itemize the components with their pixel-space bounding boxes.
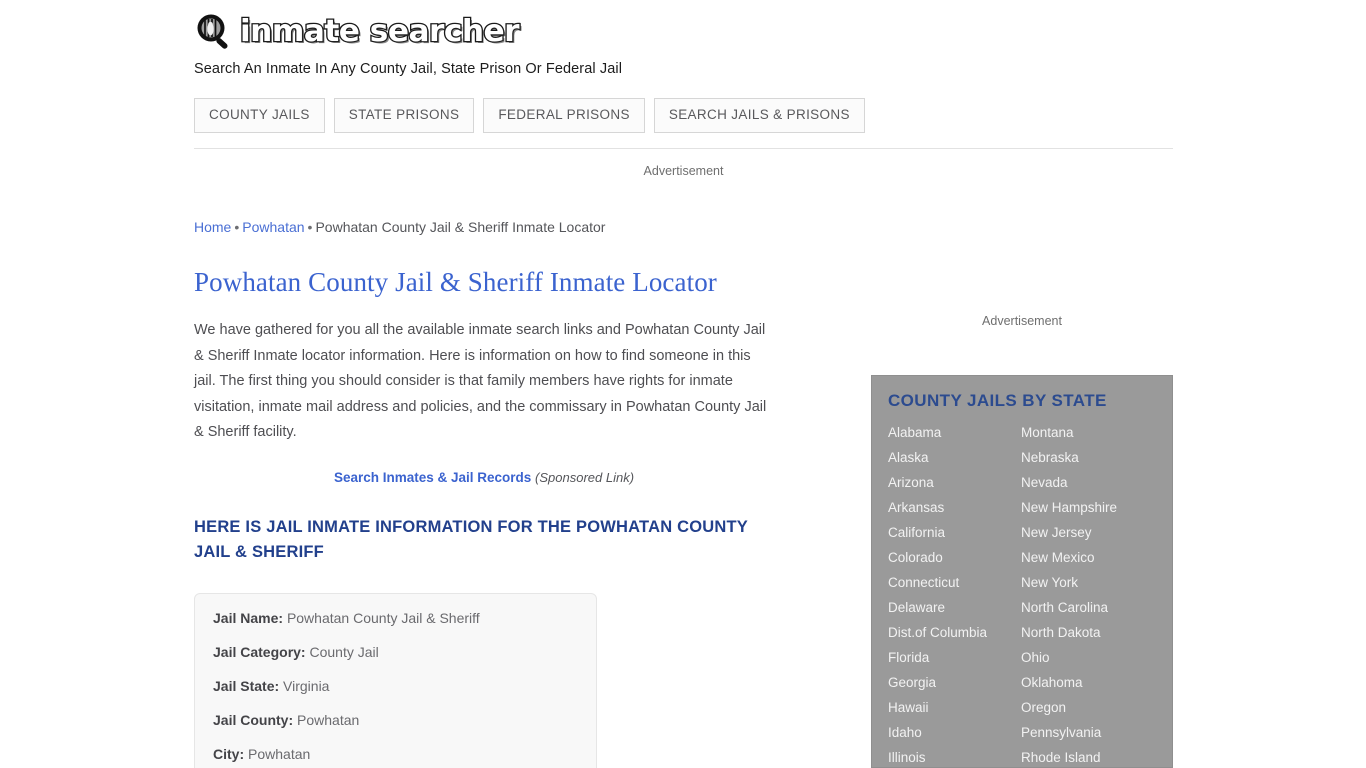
state-link-new-mexico[interactable]: New Mexico (1021, 545, 1156, 570)
nav-county-jails[interactable]: COUNTY JAILS (194, 98, 325, 133)
state-link-idaho[interactable]: Idaho (888, 720, 1021, 745)
info-value: Virginia (283, 677, 330, 694)
header-divider (194, 148, 1173, 149)
state-link-illinois[interactable]: Illinois (888, 745, 1021, 767)
state-link-delaware[interactable]: Delaware (888, 595, 1021, 620)
info-value: Powhatan (297, 711, 360, 728)
county-jails-by-state-widget: COUNTY JAILS BY STATE Alabama Montana Al… (871, 375, 1173, 768)
state-link-nebraska[interactable]: Nebraska (1021, 445, 1156, 470)
state-link-north-dakota[interactable]: North Dakota (1021, 620, 1156, 645)
state-link-connecticut[interactable]: Connecticut (888, 570, 1021, 595)
widget-title: COUNTY JAILS BY STATE (888, 391, 1107, 410)
info-key: Jail County: (213, 711, 294, 728)
state-link-oregon[interactable]: Oregon (1021, 695, 1156, 720)
state-link-hawaii[interactable]: Hawaii (888, 695, 1021, 720)
info-value: Powhatan County Jail & Sheriff (286, 609, 480, 626)
state-link-alaska[interactable]: Alaska (888, 445, 1021, 470)
main-navigation: COUNTY JAILS STATE PRISONS FEDERAL PRISO… (194, 98, 865, 133)
site-tagline: Search An Inmate In Any County Jail, Sta… (194, 61, 623, 77)
state-link-north-carolina[interactable]: North Carolina (1021, 595, 1156, 620)
state-link-pennsylvania[interactable]: Pennsylvania (1021, 720, 1156, 745)
breadcrumb-county[interactable]: Powhatan (242, 219, 304, 235)
state-link-new-hampshire[interactable]: New Hampshire (1021, 495, 1156, 520)
info-row-city: City: Powhatan (213, 746, 578, 762)
sponsored-link-row: Search Inmates & Jail Records (Sponsored… (194, 470, 774, 485)
info-key: Jail Category: (213, 643, 306, 660)
ad-top-label: Advertisement (643, 164, 724, 178)
info-key: City: (213, 745, 245, 762)
nav-search-jails-prisons[interactable]: SEARCH JAILS & PRISONS (653, 98, 865, 133)
sponsored-note: (Sponsored Link) (535, 469, 635, 485)
section-title: HERE IS JAIL INMATE INFORMATION FOR THE … (194, 517, 748, 561)
page-title: Powhatan County Jail & Sheriff Inmate Lo… (194, 267, 717, 297)
info-value: County Jail (309, 643, 379, 660)
state-link-dist-of-columbia[interactable]: Dist.of Columbia (888, 620, 1021, 645)
info-row-jail-name: Jail Name: Powhatan County Jail & Sherif… (213, 610, 578, 626)
breadcrumb-home[interactable]: Home (194, 219, 231, 235)
info-row-jail-category: Jail Category: County Jail (213, 644, 578, 660)
site-logo-text: inmate searcher (239, 13, 521, 51)
state-link-new-york[interactable]: New York (1021, 570, 1156, 595)
breadcrumb-separator-1: • (234, 219, 240, 235)
state-link-georgia[interactable]: Georgia (888, 670, 1021, 695)
intro-paragraph: We have gathered for you all the availab… (194, 322, 767, 440)
main-content: Powhatan County Jail & Sheriff Inmate Lo… (194, 262, 794, 768)
state-link-arizona[interactable]: Arizona (888, 470, 1021, 495)
state-link-ohio[interactable]: Ohio (1021, 645, 1156, 670)
info-row-jail-state: Jail State: Virginia (213, 678, 578, 694)
state-link-california[interactable]: California (888, 520, 1021, 545)
info-key: Jail State: (213, 677, 280, 694)
state-link-montana[interactable]: Montana (1021, 420, 1156, 445)
site-header: inmate searcher Search An Inmate In Any … (194, 10, 1173, 78)
state-link-oklahoma[interactable]: Oklahoma (1021, 670, 1156, 695)
breadcrumb: Home • Powhatan • Powhatan County Jail & She… (194, 219, 605, 236)
state-link-alabama[interactable]: Alabama (888, 420, 1021, 445)
breadcrumb-current: Powhatan County Jail & Sheriff Inmate Lo… (315, 219, 606, 235)
state-link-florida[interactable]: Florida (888, 645, 1021, 670)
nav-federal-prisons[interactable]: FEDERAL PRISONS (483, 98, 645, 133)
state-link-new-jersey[interactable]: New Jersey (1021, 520, 1156, 545)
jail-info-card: Jail Name: Powhatan County Jail & Sherif… (194, 592, 597, 768)
breadcrumb-separator-2: • (307, 219, 313, 235)
state-link-arkansas[interactable]: Arkansas (888, 495, 1021, 520)
ad-sidebar-label: Advertisement (982, 314, 1062, 328)
state-links-grid: Alabama Montana Alaska Nebraska Arizona … (888, 420, 1156, 767)
info-key: Jail Name: (213, 609, 284, 626)
magnifier-bars-icon (194, 12, 234, 52)
site-logo[interactable]: inmate searcher (194, 10, 1173, 54)
state-link-rhode-island[interactable]: Rhode Island (1021, 745, 1156, 767)
info-row-jail-county: Jail County: Powhatan (213, 712, 578, 728)
state-link-nevada[interactable]: Nevada (1021, 470, 1156, 495)
info-value: Powhatan (248, 745, 311, 762)
nav-state-prisons[interactable]: STATE PRISONS (333, 98, 475, 133)
sponsored-search-link[interactable]: Search Inmates & Jail Records (334, 470, 531, 485)
page-root: inmate searcher Search An Inmate In Any … (0, 0, 1366, 768)
state-link-colorado[interactable]: Colorado (888, 545, 1021, 570)
